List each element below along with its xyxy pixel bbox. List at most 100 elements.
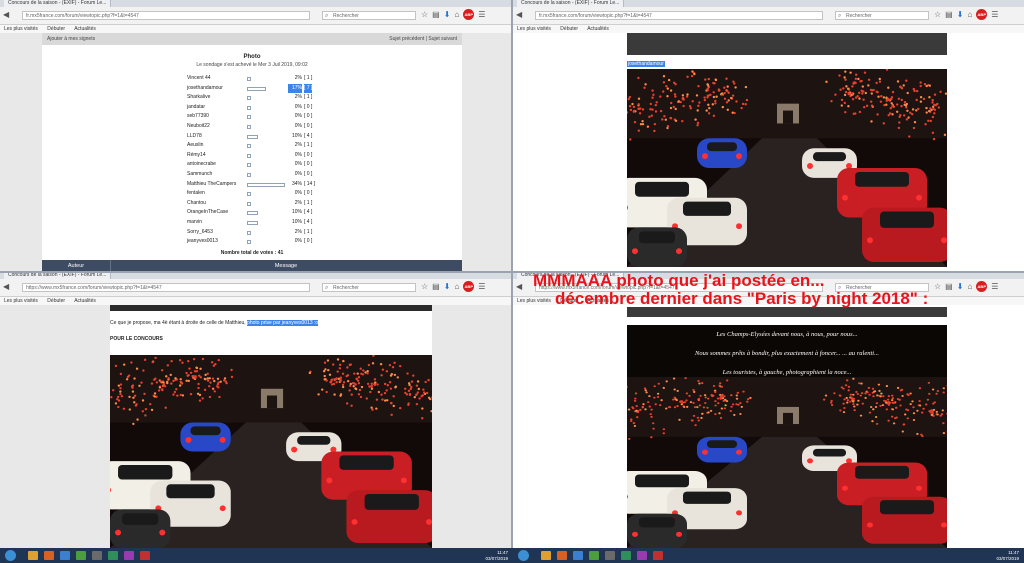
home-icon[interactable]: ⌂ xyxy=(454,10,459,19)
poll-option-name: LLD78 xyxy=(187,132,202,142)
poll-bar xyxy=(247,106,251,110)
poll-total: Nombre total de votes : 41 xyxy=(42,250,462,256)
url-bar[interactable]: fr.mx5france.com/forum/viewtopic.php?f=1… xyxy=(22,11,310,20)
bookmark-item[interactable]: Débuter xyxy=(47,298,65,304)
bookmark-item[interactable]: Débuter xyxy=(560,26,578,32)
search-box[interactable]: ⌕ Rechercher xyxy=(322,11,416,20)
app-icon[interactable] xyxy=(108,551,118,560)
star-icon[interactable]: ☆ xyxy=(934,10,941,19)
poll-bar xyxy=(247,87,266,91)
download-icon[interactable]: ⬇ xyxy=(957,10,964,19)
menu-icon[interactable]: ☰ xyxy=(478,10,485,19)
firefox-icon[interactable] xyxy=(557,551,567,560)
explorer-icon[interactable] xyxy=(28,551,38,560)
poll-percentage: 0% xyxy=(288,170,302,180)
app-icon[interactable] xyxy=(605,551,615,560)
star-icon[interactable]: ☆ xyxy=(421,282,428,291)
home-icon[interactable]: ⌂ xyxy=(454,282,459,291)
bookmark-item[interactable]: Débuter xyxy=(47,26,65,32)
home-icon[interactable]: ⌂ xyxy=(967,10,972,19)
adblock-icon[interactable]: ABP xyxy=(463,281,474,292)
poll-bar xyxy=(247,154,251,158)
poll-percentage: 10% xyxy=(288,218,302,228)
bookmark-topic-link[interactable]: Ajouter à mes signets xyxy=(47,36,95,42)
explorer-icon[interactable] xyxy=(541,551,551,560)
poll-vote-count: [ 0 ] xyxy=(304,103,312,113)
adblock-icon[interactable]: ABP xyxy=(976,9,987,20)
download-icon[interactable]: ⬇ xyxy=(444,282,451,291)
app-icon[interactable] xyxy=(92,551,102,560)
poll-row: Matthieu TheCampers 34%[ 14 ] xyxy=(42,180,462,190)
app-icon[interactable] xyxy=(621,551,631,560)
firefox-icon[interactable] xyxy=(44,551,54,560)
reading-list-icon[interactable]: ▤ xyxy=(945,10,953,19)
back-arrow-icon[interactable]: ◀ xyxy=(3,10,9,19)
menu-icon[interactable]: ☰ xyxy=(478,282,485,291)
back-arrow-icon[interactable]: ◀ xyxy=(516,282,522,291)
poll-percentage: 0% xyxy=(288,103,302,113)
poll-option-name: Neuboit22 xyxy=(187,122,210,132)
poll-row: Sharkalive 2%[ 1 ] xyxy=(42,93,462,103)
reading-list-icon[interactable]: ▤ xyxy=(432,282,440,291)
previous-photo-bottom xyxy=(627,33,947,55)
poll-vote-count: [ 0 ] xyxy=(304,112,312,122)
ie-icon[interactable] xyxy=(573,551,583,560)
star-icon[interactable]: ☆ xyxy=(421,10,428,19)
ie-icon[interactable] xyxy=(60,551,70,560)
menu-icon[interactable]: ☰ xyxy=(991,10,998,19)
search-box[interactable]: ⌕ Rechercher xyxy=(835,11,929,20)
back-arrow-icon[interactable]: ◀ xyxy=(516,10,522,19)
taskbar-right: 11:47 03/07/2019 xyxy=(513,548,1024,563)
taskbar-clock[interactable]: 11:47 03/07/2019 xyxy=(981,550,1019,561)
url-bar[interactable]: fr.mx5france.com/forum/viewtopic.php?f=1… xyxy=(535,11,823,20)
poll-percentage: 17% xyxy=(288,84,302,94)
taskbar-clock[interactable]: 11:47 03/07/2019 xyxy=(470,550,508,561)
app-icon[interactable] xyxy=(637,551,647,560)
prev-next-topic-links[interactable]: Sujet précédent | Sujet suivant xyxy=(389,33,457,45)
poll-percentage: 10% xyxy=(288,132,302,142)
poll-subtitle: Le sondage s'est achevé le Mer 3 Juil 20… xyxy=(42,62,462,68)
bookmark-item[interactable]: Actualités xyxy=(74,26,96,32)
back-arrow-icon[interactable]: ◀ xyxy=(3,282,9,291)
start-button[interactable] xyxy=(518,550,529,561)
poll-row: Neuboit22 0%[ 0 ] xyxy=(42,122,462,132)
app-icon[interactable] xyxy=(653,551,663,560)
bookmark-item[interactable]: Les plus visités xyxy=(4,26,38,32)
tab-bar: Concours de la saison - (EXIF) - Forum L… xyxy=(0,272,512,279)
poll-row: fentalen 0%[ 0 ] xyxy=(42,189,462,199)
browser-tab[interactable]: Concours de la saison - (EXIF) - Forum L… xyxy=(517,0,624,7)
reading-list-icon[interactable]: ▤ xyxy=(432,10,440,19)
start-button[interactable] xyxy=(5,550,16,561)
adblock-icon[interactable]: ABP xyxy=(463,9,474,20)
taskbar-left: 11:47 03/07/2019 xyxy=(0,548,512,563)
app-icon[interactable] xyxy=(124,551,134,560)
poll-vote-count: [ 4 ] xyxy=(304,218,312,228)
url-bar[interactable]: https://www.mx5france.com/forum/viewtopi… xyxy=(22,283,310,292)
toolbar-icons: ☆ ▤ ⬇ ⌂ ABP ☰ xyxy=(421,281,489,292)
forum-page: Ajouter à mes signets Sujet précédent | … xyxy=(42,33,462,272)
poll-row: marvin 10%[ 4 ] xyxy=(42,218,462,228)
poll-option-name: seb77390 xyxy=(187,112,209,122)
page-content: Ce que je propose, ma 4è étant à droite … xyxy=(0,305,512,548)
browser-tab[interactable]: Concours de la saison - (EXIF) - Forum L… xyxy=(4,0,111,7)
search-box[interactable]: ⌕ Rechercher xyxy=(322,283,416,292)
bookmark-item[interactable]: Les plus visités xyxy=(517,26,551,32)
poll-percentage: 2% xyxy=(288,199,302,209)
download-icon[interactable]: ⬇ xyxy=(444,10,451,19)
app-icon[interactable] xyxy=(140,551,150,560)
toolbar-icons: ☆ ▤ ⬇ ⌂ ABP ☰ xyxy=(421,9,489,20)
media-icon[interactable] xyxy=(76,551,86,560)
poll-option-name: jandatar xyxy=(187,103,205,113)
bookmark-item[interactable]: Les plus visités xyxy=(4,298,38,304)
poll-vote-count: [ 1 ] xyxy=(304,199,312,209)
bookmark-item[interactable]: Actualités xyxy=(74,298,96,304)
search-icon: ⌕ xyxy=(838,12,841,20)
poll-percentage: 0% xyxy=(288,237,302,247)
bookmark-item[interactable]: Actualités xyxy=(587,26,609,32)
poll-option-name: Sharkalive xyxy=(187,93,210,103)
poll-vote-count: [ 0 ] xyxy=(304,151,312,161)
post-text: Ce que je propose, ma 4è étant à droite … xyxy=(110,320,432,326)
media-icon[interactable] xyxy=(589,551,599,560)
poll-vote-count: [ 0 ] xyxy=(304,237,312,247)
browser-tab[interactable]: Concours de la saison - (EXIF) - Forum L… xyxy=(4,272,111,279)
